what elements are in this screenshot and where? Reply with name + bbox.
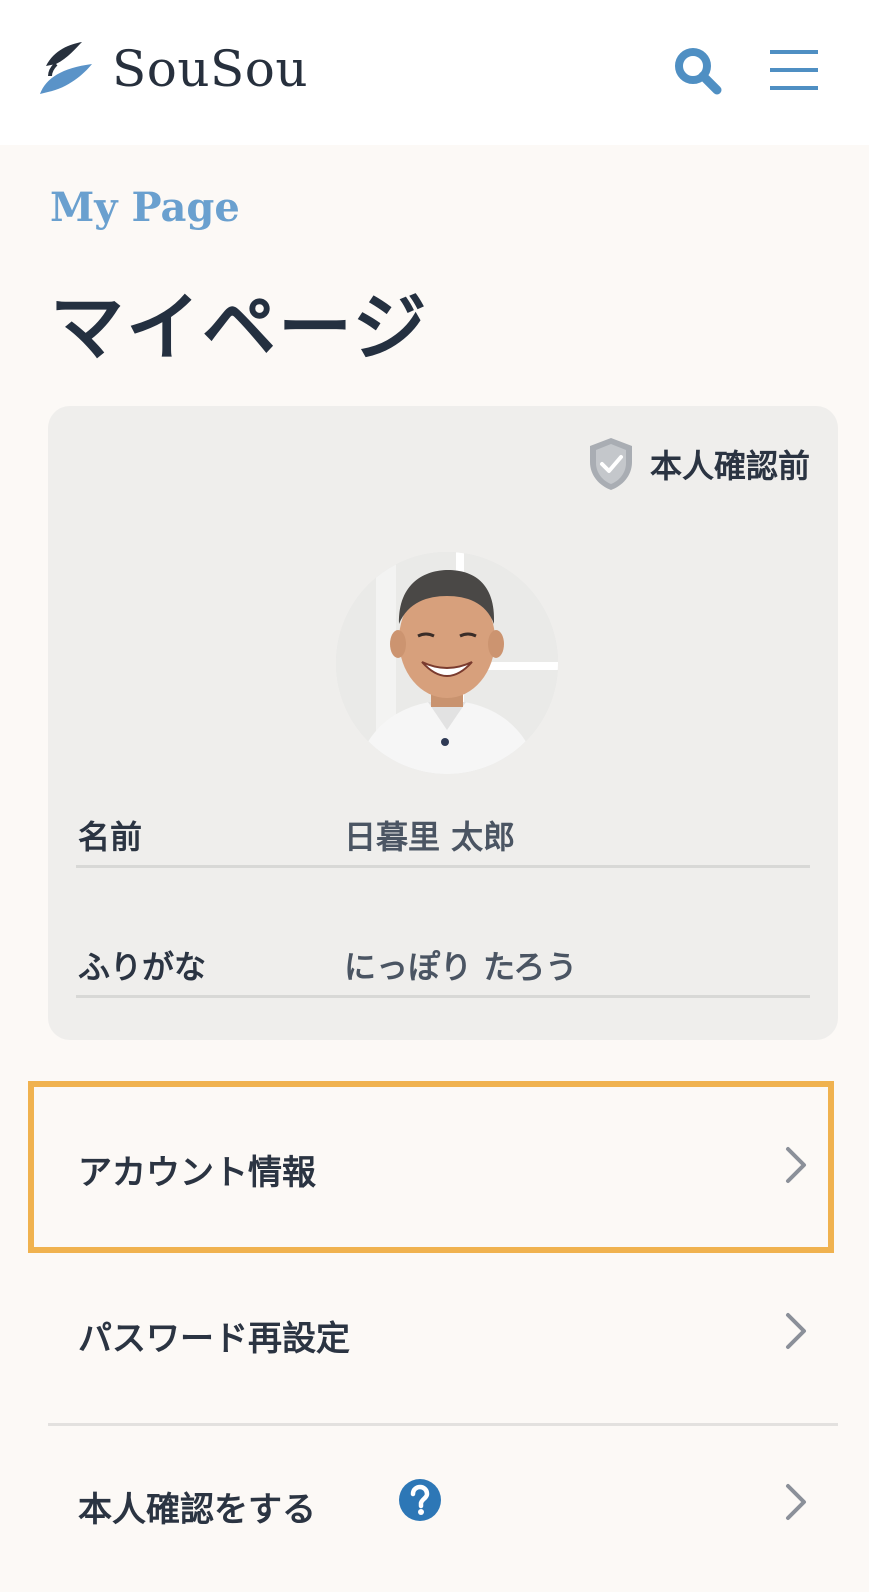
search-button[interactable] (672, 45, 724, 97)
furigana-label: ふりがな (78, 948, 207, 986)
avatar (336, 552, 558, 774)
furigana-value: にっぽり たろう (344, 948, 578, 986)
hamburger-menu-icon (770, 50, 818, 90)
chevron-right-icon (786, 1313, 806, 1349)
chevron-right-icon (786, 1147, 806, 1183)
brand-logo[interactable]: SouSou (36, 38, 308, 100)
menu-button[interactable] (770, 46, 820, 94)
site-header: SouSou (0, 0, 869, 145)
chevron-right-icon (786, 1484, 806, 1520)
verification-status-badge: 本人確認前 (586, 436, 810, 492)
page-title: マイページ (50, 285, 429, 371)
name-label: 名前 (78, 818, 143, 856)
menu-item-label: アカウント情報 (78, 1153, 316, 1193)
search-icon (675, 48, 722, 95)
menu-item-label: 本人確認をする (78, 1490, 316, 1530)
menu-item-label: パスワード再設定 (78, 1319, 350, 1359)
shield-check-icon (589, 438, 632, 490)
brand-name: SouSou (112, 40, 309, 98)
menu-item-account-info[interactable]: アカウント情報 (48, 1089, 838, 1239)
profile-card: 本人確認前 名前 日暮里 太郎 ふりがな にっぽり たろう (48, 406, 838, 1040)
menu-item-identity-verification[interactable]: 本人確認をする (48, 1426, 838, 1576)
furigana-row: ふりがな にっぽり たろう (76, 936, 810, 998)
menu-item-password-reset[interactable]: パスワード再設定 (48, 1255, 838, 1405)
question-circle-icon[interactable] (398, 1478, 442, 1522)
profile-photo (336, 552, 558, 774)
leaf-logo-icon (40, 42, 92, 94)
page-eyebrow: My Page (50, 184, 240, 231)
name-value: 日暮里 太郎 (344, 818, 516, 856)
name-row: 名前 日暮里 太郎 (76, 806, 810, 868)
verification-status-label: 本人確認前 (649, 447, 810, 485)
